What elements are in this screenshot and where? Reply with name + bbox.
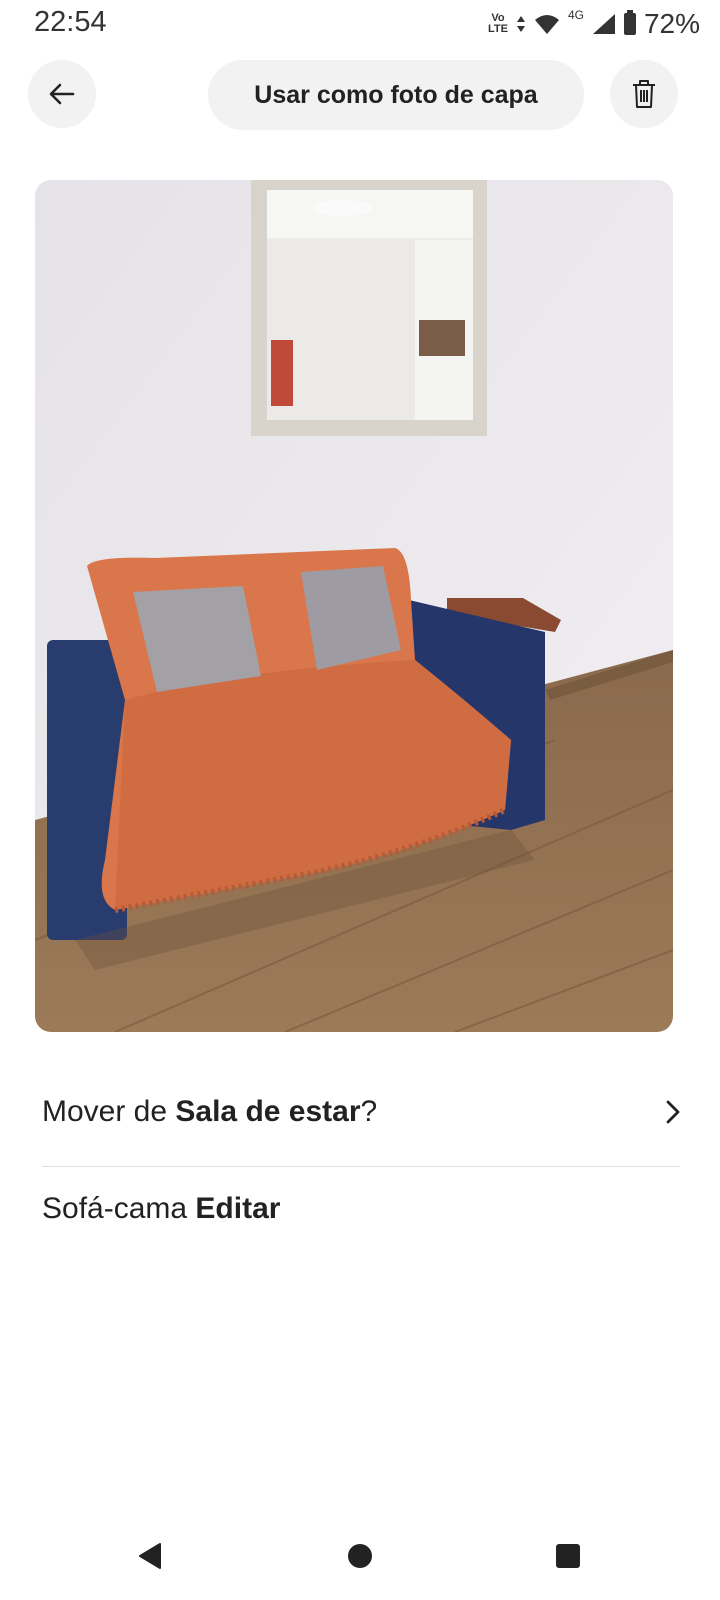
move-room-row[interactable]: Mover de Sala de estar? <box>42 1072 682 1152</box>
navigation-bar <box>0 1520 720 1600</box>
nav-home-button[interactable] <box>336 1532 384 1580</box>
battery-level: 72% <box>643 8 700 39</box>
current-room: Sala de estar <box>175 1095 361 1128</box>
edit-link[interactable]: Editar <box>195 1192 280 1225</box>
move-prefix: Mover de <box>42 1095 176 1128</box>
photo-label-row: Sofá-cama Editar <box>42 1192 280 1226</box>
triangle-back-icon <box>139 1543 161 1569</box>
status-time: 22:54 <box>34 6 107 38</box>
item-name: Sofá-cama <box>42 1192 196 1225</box>
circle-home-icon <box>348 1544 372 1568</box>
nav-back-button[interactable] <box>126 1532 174 1580</box>
volte-indicator: Vo LTE <box>488 13 508 35</box>
delete-button[interactable] <box>610 60 678 128</box>
use-as-cover-button[interactable]: Usar como foto de capa <box>208 60 584 130</box>
volte-bottom: LTE <box>487 23 508 35</box>
nav-recents-button[interactable] <box>544 1532 592 1580</box>
back-button[interactable] <box>28 60 96 128</box>
data-arrows-icon <box>516 16 525 32</box>
move-room-text: Mover de Sala de estar? <box>42 1095 377 1129</box>
move-suffix: ? <box>360 1095 378 1128</box>
battery-icon <box>623 10 636 35</box>
trash-icon <box>633 80 655 108</box>
signal-icon <box>592 14 615 34</box>
status-bar: 22:54 Vo LTE 4G 72% <box>0 0 720 50</box>
wifi-icon <box>534 15 559 34</box>
arrow-left-icon <box>49 83 75 105</box>
divider <box>42 1166 680 1167</box>
chevron-right-icon <box>666 1100 680 1124</box>
room-photo[interactable] <box>35 180 673 1032</box>
square-recents-icon <box>556 1544 580 1568</box>
status-icons: Vo LTE 4G 72% <box>488 6 700 42</box>
network-type: 4G <box>567 8 584 22</box>
